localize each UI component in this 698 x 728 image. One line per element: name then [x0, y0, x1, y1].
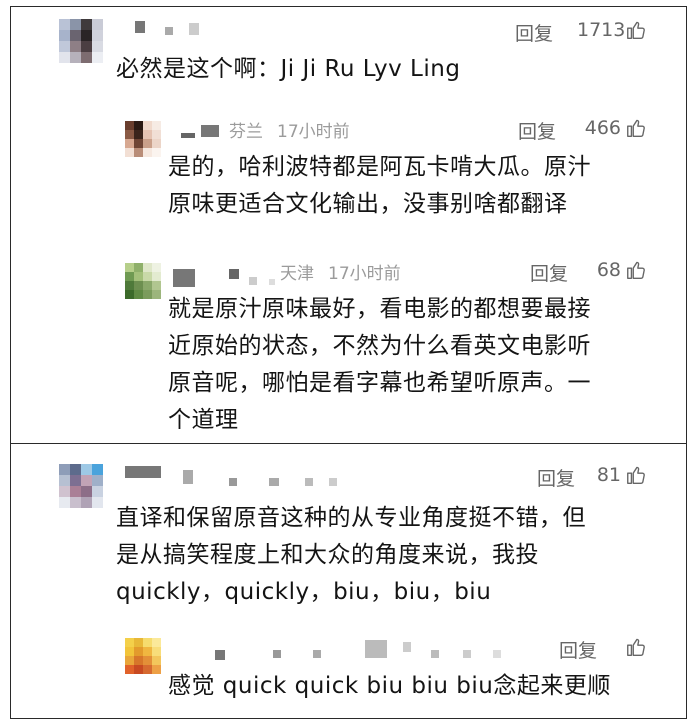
location: 芬兰 — [229, 122, 263, 142]
reply: 回复 感觉 quick quick biu biu biu念起来更顺 — [11, 630, 686, 718]
timestamp: 17小时前 — [328, 264, 401, 284]
avatar[interactable] — [125, 263, 161, 299]
comment: 回复 81 直译和保留原音这种的从专业角度挺不错，但 是从搞笑程度上和大众的角度… — [11, 444, 686, 614]
like-count: 466 — [584, 117, 621, 139]
reply-text-line: 近原始的状态，不然为什么看英文电影听 — [168, 333, 591, 359]
username-obscured[interactable] — [171, 636, 511, 664]
reply-text: 是的，哈利波特都是阿瓦卡啃大瓜。原汁 原味更适合文化输出，没事别啥都翻译 — [168, 149, 678, 223]
avatar[interactable] — [125, 638, 161, 674]
thumbs-up-icon[interactable] — [625, 636, 647, 658]
like-count: 68 — [596, 259, 621, 281]
thumbs-up-icon[interactable] — [625, 19, 647, 41]
like-count: 81 — [596, 464, 621, 486]
location: 天津 — [280, 264, 314, 284]
avatar[interactable] — [125, 121, 161, 157]
reply-text-line: 原味更适合文化输出，没事别啥都翻译 — [168, 191, 568, 217]
thumbs-up-icon[interactable] — [625, 117, 647, 139]
reply-button[interactable]: 回复 — [518, 117, 556, 144]
reply-button[interactable]: 回复 — [530, 259, 568, 286]
comment: 回复 1713 必然是这个啊：Ji Ji Ru Lyv Ling — [11, 7, 686, 97]
comment-card: 回复 1713 必然是这个啊：Ji Ji Ru Lyv Ling 芬兰 17小时… — [10, 6, 687, 444]
username-obscured[interactable] — [123, 17, 223, 45]
reply-text: 就是原汁原味最好，看电影的都想要最接 近原始的状态，不然为什么看英文电影听 原音… — [168, 291, 678, 439]
reply-text: 感觉 quick quick biu biu biu念起来更顺 — [168, 673, 611, 699]
reply-text-line: 是的，哈利波特都是阿瓦卡啃大瓜。原汁 — [168, 154, 591, 180]
username-obscured[interactable] — [171, 263, 281, 291]
like-count: 1713 — [577, 19, 626, 41]
comment-text-line: 直译和保留原音这种的从专业角度挺不错，但 — [116, 505, 586, 531]
reply-text-line: 就是原汁原味最好，看电影的都想要最接 — [168, 296, 591, 322]
reply: 天津 17小时前 回复 68 就是原汁原味最好，看电影的都想要最接 近原始的状态… — [11, 253, 686, 443]
username-obscured[interactable] — [171, 117, 231, 145]
reply-text-line: 个道理 — [168, 407, 239, 433]
avatar[interactable] — [59, 464, 103, 508]
avatar[interactable] — [59, 19, 103, 63]
reply-button[interactable]: 回复 — [515, 19, 553, 46]
reply-button[interactable]: 回复 — [559, 636, 597, 663]
reply-button[interactable]: 回复 — [537, 464, 575, 491]
thumbs-up-icon[interactable] — [625, 259, 647, 281]
comment-card: 回复 81 直译和保留原音这种的从专业角度挺不错，但 是从搞笑程度上和大众的角度… — [10, 443, 687, 719]
comment-text: 必然是这个啊：Ji Ji Ru Lyv Ling — [116, 56, 461, 82]
reply-text-line: 原音呢，哪怕是看字幕也希望听原声。一 — [168, 370, 591, 396]
reply: 芬兰 17小时前 回复 466 是的，哈利波特都是阿瓦卡啃大瓜。原汁 原味更适合… — [11, 111, 686, 231]
username-obscured[interactable] — [123, 464, 343, 492]
thumbs-up-icon[interactable] — [625, 464, 647, 486]
comment-text-line: 是从搞笑程度上和大众的角度来说，我投 — [116, 542, 539, 568]
comment-text-line: quickly，quickly，biu，biu，biu — [116, 579, 492, 605]
timestamp: 17小时前 — [277, 122, 350, 142]
comment-text: 直译和保留原音这种的从专业角度挺不错，但 是从搞笑程度上和大众的角度来说，我投 … — [116, 500, 681, 611]
